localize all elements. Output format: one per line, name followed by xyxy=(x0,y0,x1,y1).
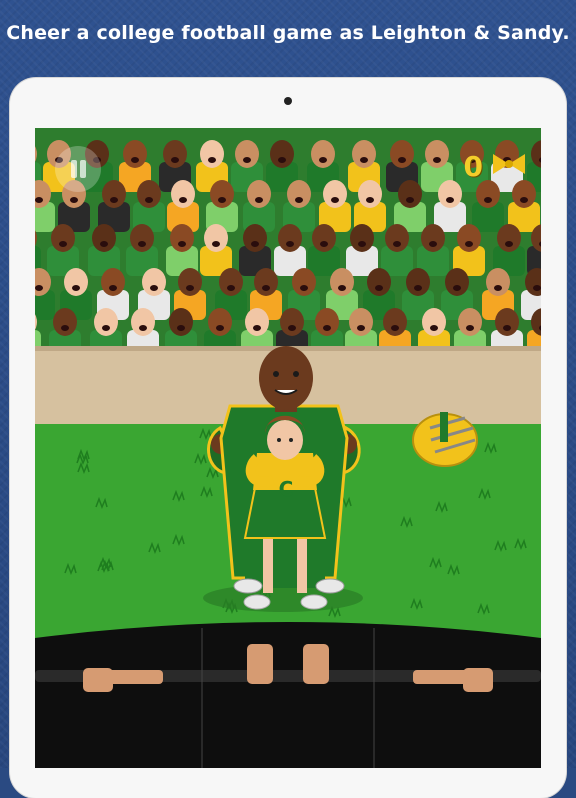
up-right-hand-button xyxy=(303,644,329,684)
cheer-letter: C xyxy=(279,477,294,501)
controls-panel xyxy=(35,622,541,768)
promo-caption: Cheer a college football game as Leighto… xyxy=(6,22,570,44)
game-screen[interactable]: C 0 xyxy=(35,128,541,768)
up-left-hand-button xyxy=(247,644,273,684)
pause-button[interactable] xyxy=(55,146,101,192)
tablet-camera xyxy=(284,97,292,105)
score-counter: 0 xyxy=(463,150,483,183)
game-scene: C xyxy=(35,128,541,768)
yellow-bow-icon xyxy=(493,154,525,174)
